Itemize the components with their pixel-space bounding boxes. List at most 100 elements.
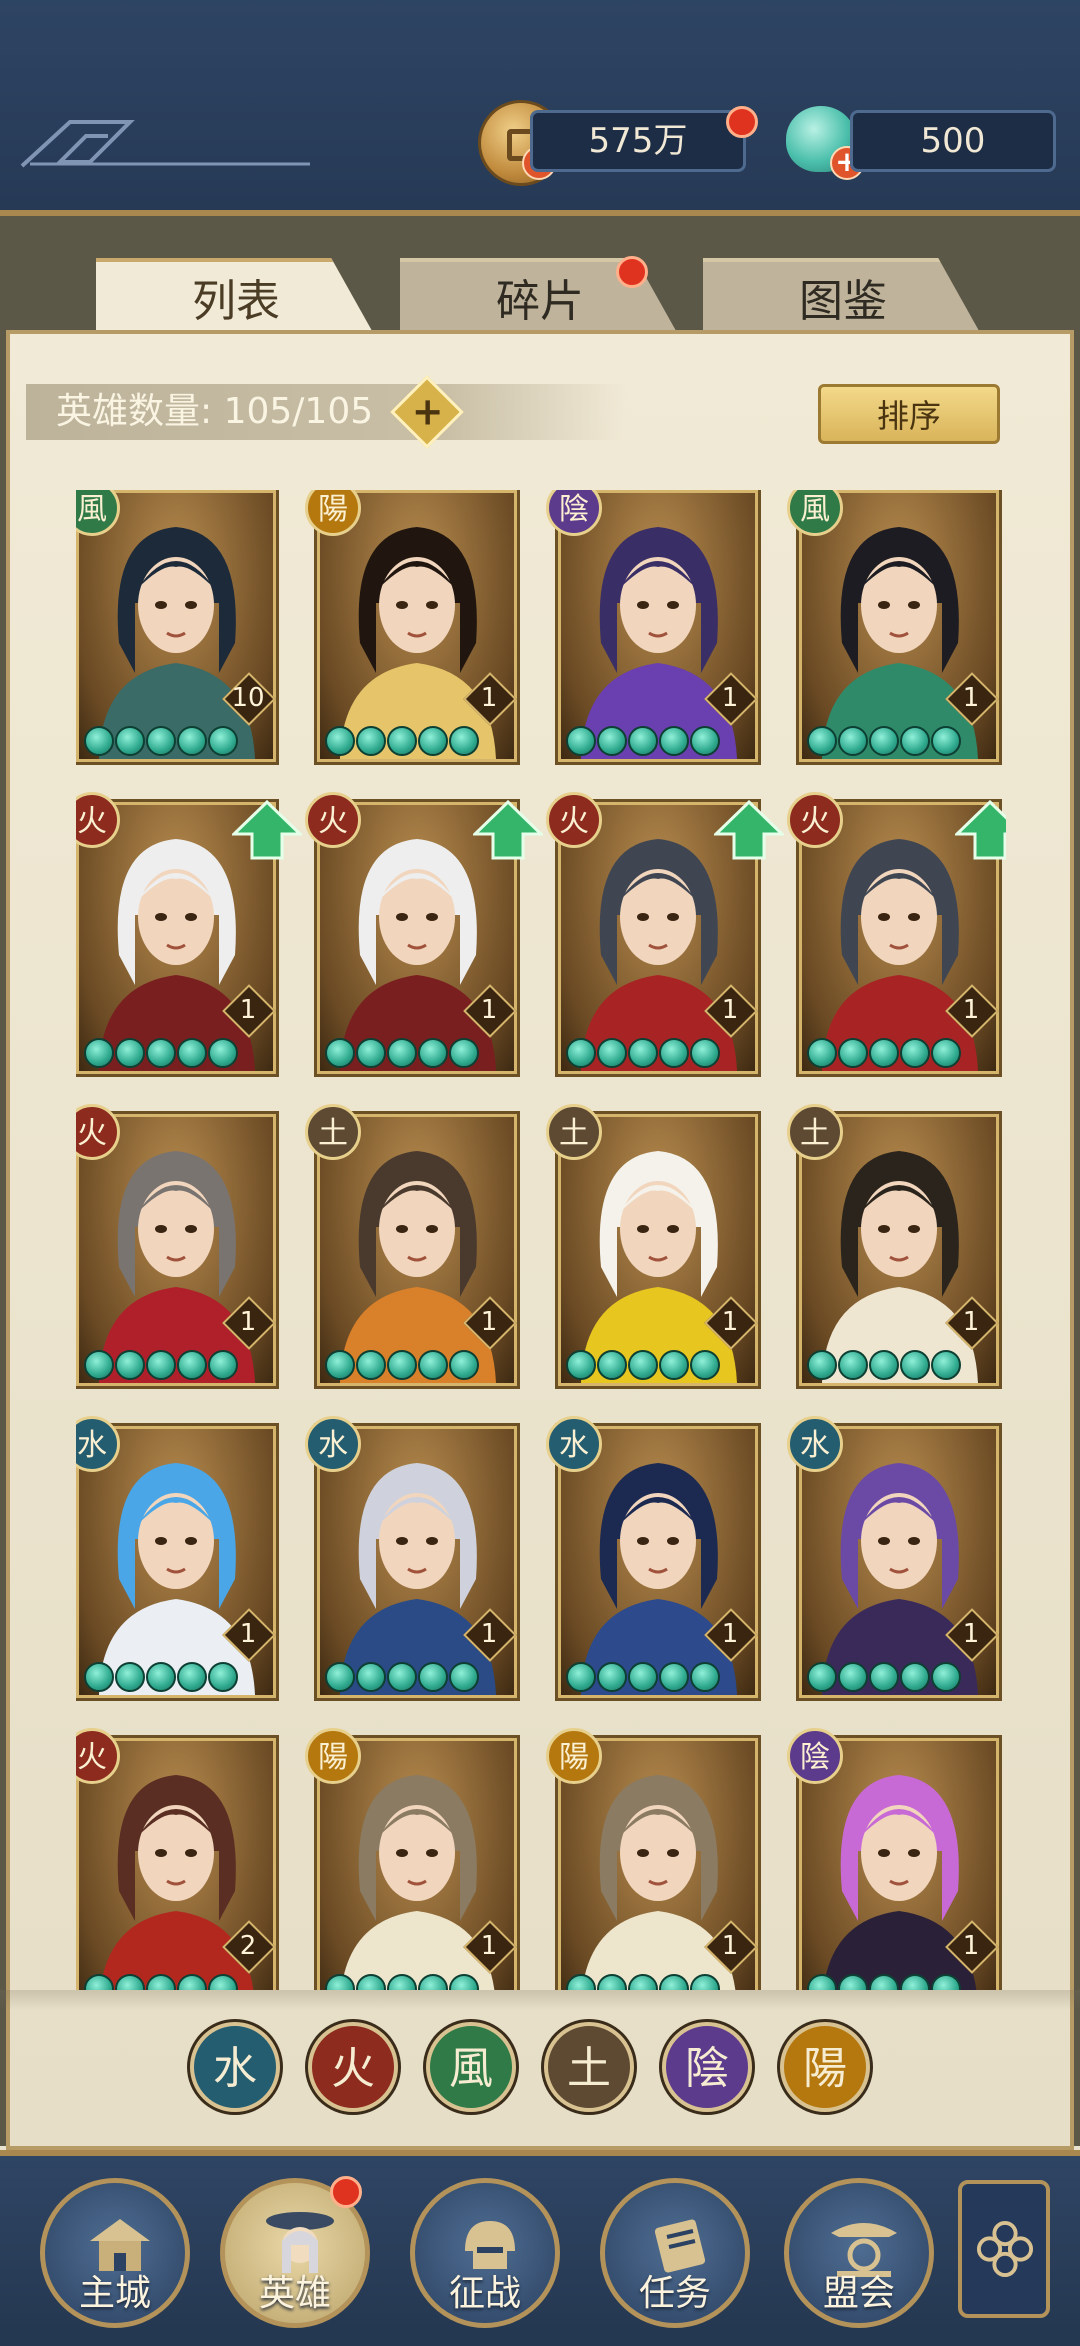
jade-star-icon bbox=[177, 1974, 207, 1990]
jade-star-icon bbox=[659, 1350, 689, 1380]
jade-star-icon bbox=[690, 726, 720, 756]
jade-star-icon bbox=[387, 1662, 417, 1692]
hero-card[interactable]: 土1 bbox=[305, 1104, 520, 1389]
element-filter-row: 水火風土陰陽 bbox=[190, 2022, 890, 2118]
jade-star-icon bbox=[325, 1038, 355, 1068]
jade-star-icon bbox=[900, 1974, 930, 1990]
jade-star-icon bbox=[146, 1038, 176, 1068]
hero-card[interactable]: 陰1 bbox=[787, 1728, 1002, 1990]
hero-card[interactable]: 陽1 bbox=[305, 1728, 520, 1990]
jade-star-icon bbox=[325, 1350, 355, 1380]
fragments-notification-dot bbox=[616, 256, 648, 288]
hero-level-badge: 1 bbox=[222, 1296, 276, 1350]
jade-star-icon bbox=[146, 1350, 176, 1380]
hero-level-badge: 1 bbox=[463, 672, 517, 726]
filter-fire-button[interactable]: 火 bbox=[308, 2022, 398, 2112]
jade-star-icon bbox=[597, 726, 627, 756]
hero-card[interactable]: 陽1 bbox=[546, 1728, 761, 1990]
hero-card[interactable]: 陰1 bbox=[546, 490, 761, 765]
gem-amount: 500 bbox=[850, 110, 1056, 172]
hero-level-badge: 1 bbox=[704, 1296, 758, 1350]
element-badge-fire: 火 bbox=[787, 792, 843, 848]
jade-star-icon bbox=[659, 1038, 689, 1068]
jade-star-icon bbox=[900, 1662, 930, 1692]
nav-label-campaign: 征战 bbox=[448, 2273, 521, 2314]
hero-card[interactable]: 水1 bbox=[76, 1416, 279, 1701]
jade-star-icon bbox=[84, 1350, 114, 1380]
jade-star-icon bbox=[931, 1662, 961, 1692]
jade-star-icon bbox=[628, 1662, 658, 1692]
hero-card[interactable]: 水1 bbox=[787, 1416, 1002, 1701]
nav-label-guild: 盟会 bbox=[822, 2273, 895, 2314]
jade-star-icon bbox=[418, 1662, 448, 1692]
jade-star-icon bbox=[690, 1350, 720, 1380]
hero-card[interactable]: 土1 bbox=[546, 1104, 761, 1389]
hero-card[interactable]: 風 10 bbox=[76, 490, 279, 765]
element-badge-yin: 陰 bbox=[787, 1728, 843, 1784]
jade-star-icon bbox=[659, 1662, 689, 1692]
jade-star-icon bbox=[418, 726, 448, 756]
hero-level: 1 bbox=[239, 1619, 257, 1649]
hero-star-rating bbox=[84, 1038, 238, 1072]
hero-level-badge: 2 bbox=[222, 1920, 276, 1974]
hero-level: 1 bbox=[962, 1931, 980, 1961]
jade-star-icon bbox=[869, 1662, 899, 1692]
hero-card[interactable]: 火2 bbox=[76, 1728, 279, 1990]
jade-star-icon bbox=[387, 726, 417, 756]
sort-button[interactable]: 排序 bbox=[818, 384, 1000, 444]
jade-star-icon bbox=[807, 1662, 837, 1692]
hero-card[interactable]: 土1 bbox=[787, 1104, 1002, 1389]
jade-star-icon bbox=[931, 726, 961, 756]
filter-yin-button[interactable]: 陰 bbox=[662, 2022, 752, 2112]
jade-star-icon bbox=[208, 726, 238, 756]
filter-earth-button[interactable]: 土 bbox=[544, 2022, 634, 2112]
hero-star-rating bbox=[807, 1662, 961, 1696]
jade-star-icon bbox=[807, 1350, 837, 1380]
jade-star-icon bbox=[115, 726, 145, 756]
hero-card[interactable]: 火1 bbox=[787, 792, 1006, 1077]
hero-card[interactable]: 火1 bbox=[76, 1104, 279, 1389]
jade-star-icon bbox=[838, 1350, 868, 1380]
hero-card[interactable]: 火1 bbox=[76, 792, 304, 1077]
jade-star-icon bbox=[931, 1038, 961, 1068]
filter-yang-button[interactable]: 陽 bbox=[780, 2022, 870, 2112]
jade-star-icon bbox=[628, 726, 658, 756]
hero-level: 1 bbox=[721, 683, 739, 713]
hero-level: 1 bbox=[480, 683, 498, 713]
hero-card[interactable]: 陽1 bbox=[305, 490, 520, 765]
hero-card[interactable]: 火1 bbox=[546, 792, 786, 1077]
upgrade-arrow-icon bbox=[230, 799, 304, 860]
more-menu-button[interactable] bbox=[958, 2180, 1050, 2318]
jade-star-icon bbox=[325, 1662, 355, 1692]
tab-list[interactable]: 列表 bbox=[96, 258, 376, 338]
jade-star-icon bbox=[807, 1974, 837, 1990]
jade-star-icon bbox=[807, 726, 837, 756]
hero-level: 10 bbox=[231, 683, 265, 713]
hero-level-badge: 1 bbox=[945, 984, 999, 1038]
tab-codex[interactable]: 图鉴 bbox=[703, 258, 983, 338]
hero-level-badge: 1 bbox=[945, 1608, 999, 1662]
coin-amount: 575万 bbox=[530, 110, 746, 172]
jade-star-icon bbox=[628, 1974, 658, 1990]
hero-level: 1 bbox=[962, 1307, 980, 1337]
upgrade-arrow-icon bbox=[471, 799, 545, 860]
hero-card[interactable]: 火1 bbox=[305, 792, 545, 1077]
hero-star-rating bbox=[807, 1350, 961, 1384]
filter-water-button[interactable]: 水 bbox=[190, 2022, 280, 2112]
jade-star-icon bbox=[869, 1038, 899, 1068]
jade-star-icon bbox=[449, 1038, 479, 1068]
hero-card[interactable]: 風1 bbox=[787, 490, 1002, 765]
hero-card[interactable]: 水1 bbox=[305, 1416, 520, 1701]
hero-level: 2 bbox=[239, 1931, 257, 1961]
hero-card[interactable]: 水1 bbox=[546, 1416, 761, 1701]
plus-icon: + bbox=[411, 389, 444, 434]
jade-star-icon bbox=[418, 1350, 448, 1380]
hero-level-badge: 1 bbox=[704, 984, 758, 1038]
jade-star-icon bbox=[115, 1974, 145, 1990]
jade-star-icon bbox=[387, 1038, 417, 1068]
jade-star-icon bbox=[597, 1038, 627, 1068]
jade-star-icon bbox=[84, 1038, 114, 1068]
nav-label-heroes: 英雄 bbox=[258, 2273, 331, 2314]
filter-wind-button[interactable]: 風 bbox=[426, 2022, 516, 2112]
jade-star-icon bbox=[208, 1662, 238, 1692]
